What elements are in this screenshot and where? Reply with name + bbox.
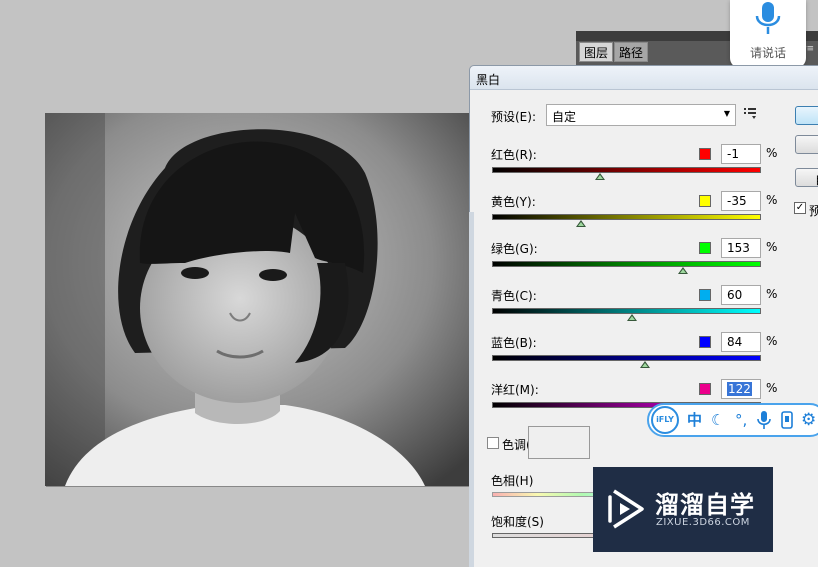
cancel-button[interactable]: [795, 135, 818, 154]
voice-input-widget[interactable]: 请说话: [730, 0, 806, 68]
saturation-label: 饱和度(S): [491, 515, 544, 529]
slider-thumb[interactable]: [575, 220, 586, 227]
auto-button[interactable]: 自: [795, 168, 818, 187]
preview-label: 预: [809, 204, 818, 218]
settings-icon[interactable]: ⚙: [801, 411, 816, 429]
color-swatch: [699, 148, 711, 160]
microphone-icon[interactable]: [757, 411, 771, 429]
slider-thumb[interactable]: [594, 173, 605, 180]
document-canvas-image[interactable]: [45, 113, 475, 486]
slider-value-field[interactable]: -1: [721, 144, 761, 164]
color-swatch: [699, 242, 711, 254]
color-swatch: [699, 336, 711, 348]
tab-paths[interactable]: 路径: [614, 42, 649, 62]
preset-label: 预设(E):: [491, 110, 536, 124]
watermark-logo: 溜溜自学 ZIXUE.3D66.COM: [593, 467, 773, 552]
color-swatch: [699, 289, 711, 301]
chinese-mode-icon[interactable]: 中: [687, 411, 702, 429]
dialog-title: 黑白: [476, 73, 501, 87]
dialog-titlebar[interactable]: 黑白: [470, 66, 818, 90]
slider-value-field[interactable]: -35: [721, 191, 761, 211]
moon-icon[interactable]: ☾: [711, 411, 724, 429]
preview-checkbox[interactable]: ✓: [794, 202, 806, 214]
dialog-scroll-edge: [469, 212, 474, 567]
slider-value-field[interactable]: 122: [721, 379, 761, 399]
slider-value-field[interactable]: 60: [721, 285, 761, 305]
slider-label: 蓝色(B):: [491, 336, 537, 350]
slider-label: 黄色(Y):: [491, 195, 536, 209]
percent-unit: %: [766, 334, 778, 348]
percent-unit: %: [766, 146, 778, 160]
slider-label: 绿色(G):: [491, 242, 538, 256]
slider-label: 青色(C):: [491, 289, 537, 303]
ifly-ime-toolbar: iFLY 中 ☾ °, ⚙: [647, 403, 818, 437]
chevron-down-icon: ▼: [723, 109, 730, 118]
percent-unit: %: [766, 240, 778, 254]
preset-select[interactable]: 自定 ▼: [546, 104, 736, 126]
slider-thumb[interactable]: [626, 314, 637, 321]
tab-layers[interactable]: 图层: [579, 42, 614, 62]
watermark-url: ZIXUE.3D66.COM: [656, 517, 750, 528]
percent-unit: %: [766, 193, 778, 207]
watermark-title: 溜溜自学: [655, 491, 755, 519]
slider-track[interactable]: [492, 214, 761, 220]
slider-track[interactable]: [492, 167, 761, 173]
slider-value-field[interactable]: 153: [721, 238, 761, 258]
microphone-icon: [755, 2, 781, 34]
keyboard-icon[interactable]: [781, 411, 793, 429]
slider-thumb[interactable]: [640, 361, 651, 368]
selected-value-text: 122: [727, 382, 752, 396]
slider-track[interactable]: [492, 355, 761, 361]
percent-unit: %: [766, 381, 778, 395]
tint-checkbox[interactable]: [487, 437, 499, 449]
percent-unit: %: [766, 287, 778, 301]
voice-prompt-label: 请说话: [749, 46, 786, 60]
slider-label: 红色(R):: [491, 148, 537, 162]
slider-value-field[interactable]: 84: [721, 332, 761, 352]
slider-track[interactable]: [492, 261, 761, 267]
color-swatch: [699, 383, 711, 395]
slider-label: 洋红(M):: [491, 383, 539, 397]
play-logo-icon: [608, 489, 644, 529]
preset-options-icon[interactable]: [744, 107, 758, 119]
ifly-logo[interactable]: iFLY: [651, 406, 679, 434]
hue-label: 色相(H): [491, 474, 534, 488]
ok-button[interactable]: [795, 106, 818, 125]
preset-value: 自定: [552, 110, 577, 124]
color-swatch: [699, 195, 711, 207]
slider-thumb[interactable]: [677, 267, 688, 274]
punctuation-icon[interactable]: °,: [735, 411, 747, 429]
tint-color-swatch[interactable]: [528, 426, 590, 459]
